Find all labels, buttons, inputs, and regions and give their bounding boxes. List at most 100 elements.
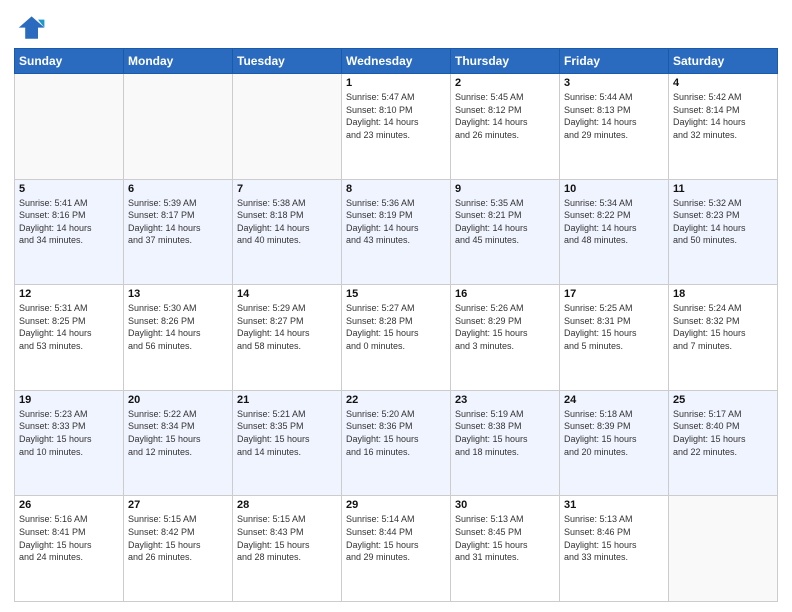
calendar-cell: 21 Sunrise: 5:21 AM Sunset: 8:35 PM Dayli…: [233, 390, 342, 496]
calendar-cell: 13 Sunrise: 5:30 AM Sunset: 8:26 PM Dayli…: [124, 285, 233, 391]
weekday-header-sunday: Sunday: [15, 49, 124, 74]
calendar-cell: 8 Sunrise: 5:36 AM Sunset: 8:19 PM Daylig…: [342, 179, 451, 285]
day-info: Sunrise: 5:29 AM Sunset: 8:27 PM Dayligh…: [237, 302, 337, 352]
calendar-cell: 27 Sunrise: 5:15 AM Sunset: 8:42 PM Dayli…: [124, 496, 233, 602]
day-number: 29: [346, 499, 446, 511]
calendar-cell: 18Sunrise: 5:24 AM Sunset: 8:32 PM Dayli…: [669, 285, 778, 391]
day-number: 12: [19, 288, 119, 300]
day-info: Sunrise: 5:21 AM Sunset: 8:35 PM Dayligh…: [237, 408, 337, 458]
day-info: Sunrise: 5:36 AM Sunset: 8:19 PM Dayligh…: [346, 197, 446, 247]
day-info: Sunrise: 5:25 AM Sunset: 8:31 PM Dayligh…: [564, 302, 664, 352]
day-number: 7: [237, 183, 337, 195]
day-info: Sunrise: 5:14 AM Sunset: 8:44 PM Dayligh…: [346, 513, 446, 563]
calendar-cell: [233, 74, 342, 180]
day-number: 30: [455, 499, 555, 511]
day-number: 13: [128, 288, 228, 300]
day-info: Sunrise: 5:26 AM Sunset: 8:29 PM Dayligh…: [455, 302, 555, 352]
day-info: Sunrise: 5:47 AM Sunset: 8:10 PM Dayligh…: [346, 91, 446, 141]
logo: [14, 10, 50, 42]
calendar-body: 1 Sunrise: 5:47 AM Sunset: 8:10 PM Daylig…: [15, 74, 778, 602]
day-number: 25: [673, 394, 773, 406]
day-number: 15: [346, 288, 446, 300]
calendar-cell: 29 Sunrise: 5:14 AM Sunset: 8:44 PM Dayli…: [342, 496, 451, 602]
calendar-week-4: 19 Sunrise: 5:23 AM Sunset: 8:33 PM Dayli…: [15, 390, 778, 496]
day-number: 21: [237, 394, 337, 406]
day-info: Sunrise: 5:23 AM Sunset: 8:33 PM Dayligh…: [19, 408, 119, 458]
day-info: Sunrise: 5:42 AM Sunset: 8:14 PM Dayligh…: [673, 91, 773, 141]
day-number: 10: [564, 183, 664, 195]
calendar-cell: 24Sunrise: 5:18 AM Sunset: 8:39 PM Dayli…: [560, 390, 669, 496]
calendar-cell: 26 Sunrise: 5:16 AM Sunset: 8:41 PM Dayli…: [15, 496, 124, 602]
weekday-header-thursday: Thursday: [451, 49, 560, 74]
day-number: 28: [237, 499, 337, 511]
day-info: Sunrise: 5:30 AM Sunset: 8:26 PM Dayligh…: [128, 302, 228, 352]
day-info: Sunrise: 5:20 AM Sunset: 8:36 PM Dayligh…: [346, 408, 446, 458]
day-info: Sunrise: 5:13 AM Sunset: 8:46 PM Dayligh…: [564, 513, 664, 563]
header: [14, 10, 778, 42]
calendar-week-1: 1 Sunrise: 5:47 AM Sunset: 8:10 PM Daylig…: [15, 74, 778, 180]
calendar-cell: 25 Sunrise: 5:17 AM Sunset: 8:40 PM Dayli…: [669, 390, 778, 496]
day-number: 26: [19, 499, 119, 511]
day-number: 6: [128, 183, 228, 195]
day-info: Sunrise: 5:16 AM Sunset: 8:41 PM Dayligh…: [19, 513, 119, 563]
calendar-week-3: 12 Sunrise: 5:31 AM Sunset: 8:25 PM Dayli…: [15, 285, 778, 391]
day-number: 19: [19, 394, 119, 406]
calendar-cell: 9Sunrise: 5:35 AM Sunset: 8:21 PM Daylig…: [451, 179, 560, 285]
day-number: 8: [346, 183, 446, 195]
day-info: Sunrise: 5:34 AM Sunset: 8:22 PM Dayligh…: [564, 197, 664, 247]
calendar-cell: 5 Sunrise: 5:41 AM Sunset: 8:16 PM Daylig…: [15, 179, 124, 285]
day-number: 4: [673, 77, 773, 89]
calendar-cell: 14 Sunrise: 5:29 AM Sunset: 8:27 PM Dayli…: [233, 285, 342, 391]
calendar-cell: 20 Sunrise: 5:22 AM Sunset: 8:34 PM Dayli…: [124, 390, 233, 496]
calendar-cell: 7 Sunrise: 5:38 AM Sunset: 8:18 PM Daylig…: [233, 179, 342, 285]
logo-icon: [14, 10, 46, 42]
day-number: 5: [19, 183, 119, 195]
calendar-cell: 16 Sunrise: 5:26 AM Sunset: 8:29 PM Dayli…: [451, 285, 560, 391]
calendar-cell: 22 Sunrise: 5:20 AM Sunset: 8:36 PM Dayli…: [342, 390, 451, 496]
weekday-header-saturday: Saturday: [669, 49, 778, 74]
weekday-header-row: SundayMondayTuesdayWednesdayThursdayFrid…: [15, 49, 778, 74]
calendar-cell: 2Sunrise: 5:45 AM Sunset: 8:12 PM Daylig…: [451, 74, 560, 180]
day-number: 24: [564, 394, 664, 406]
calendar-cell: 31 Sunrise: 5:13 AM Sunset: 8:46 PM Dayli…: [560, 496, 669, 602]
day-number: 16: [455, 288, 555, 300]
day-info: Sunrise: 5:31 AM Sunset: 8:25 PM Dayligh…: [19, 302, 119, 352]
day-number: 20: [128, 394, 228, 406]
calendar-cell: 6 Sunrise: 5:39 AM Sunset: 8:17 PM Daylig…: [124, 179, 233, 285]
day-number: 1: [346, 77, 446, 89]
calendar-cell: [124, 74, 233, 180]
calendar-week-5: 26 Sunrise: 5:16 AM Sunset: 8:41 PM Dayli…: [15, 496, 778, 602]
calendar-cell: 3Sunrise: 5:44 AM Sunset: 8:13 PM Daylig…: [560, 74, 669, 180]
weekday-header-wednesday: Wednesday: [342, 49, 451, 74]
calendar-cell: 23Sunrise: 5:19 AM Sunset: 8:38 PM Dayli…: [451, 390, 560, 496]
calendar-cell: 28 Sunrise: 5:15 AM Sunset: 8:43 PM Dayli…: [233, 496, 342, 602]
weekday-header-tuesday: Tuesday: [233, 49, 342, 74]
calendar-table: SundayMondayTuesdayWednesdayThursdayFrid…: [14, 48, 778, 602]
weekday-header-monday: Monday: [124, 49, 233, 74]
calendar-cell: 12 Sunrise: 5:31 AM Sunset: 8:25 PM Dayli…: [15, 285, 124, 391]
day-info: Sunrise: 5:24 AM Sunset: 8:32 PM Dayligh…: [673, 302, 773, 352]
day-info: Sunrise: 5:15 AM Sunset: 8:43 PM Dayligh…: [237, 513, 337, 563]
day-info: Sunrise: 5:17 AM Sunset: 8:40 PM Dayligh…: [673, 408, 773, 458]
calendar-cell: 1 Sunrise: 5:47 AM Sunset: 8:10 PM Daylig…: [342, 74, 451, 180]
calendar-cell: 17 Sunrise: 5:25 AM Sunset: 8:31 PM Dayli…: [560, 285, 669, 391]
day-info: Sunrise: 5:44 AM Sunset: 8:13 PM Dayligh…: [564, 91, 664, 141]
day-number: 22: [346, 394, 446, 406]
day-info: Sunrise: 5:15 AM Sunset: 8:42 PM Dayligh…: [128, 513, 228, 563]
day-number: 17: [564, 288, 664, 300]
calendar-week-2: 5 Sunrise: 5:41 AM Sunset: 8:16 PM Daylig…: [15, 179, 778, 285]
day-info: Sunrise: 5:41 AM Sunset: 8:16 PM Dayligh…: [19, 197, 119, 247]
day-number: 11: [673, 183, 773, 195]
day-info: Sunrise: 5:38 AM Sunset: 8:18 PM Dayligh…: [237, 197, 337, 247]
day-number: 27: [128, 499, 228, 511]
day-number: 14: [237, 288, 337, 300]
day-info: Sunrise: 5:22 AM Sunset: 8:34 PM Dayligh…: [128, 408, 228, 458]
day-info: Sunrise: 5:27 AM Sunset: 8:28 PM Dayligh…: [346, 302, 446, 352]
day-info: Sunrise: 5:35 AM Sunset: 8:21 PM Dayligh…: [455, 197, 555, 247]
day-number: 31: [564, 499, 664, 511]
day-info: Sunrise: 5:39 AM Sunset: 8:17 PM Dayligh…: [128, 197, 228, 247]
weekday-header-friday: Friday: [560, 49, 669, 74]
calendar-cell: 11Sunrise: 5:32 AM Sunset: 8:23 PM Dayli…: [669, 179, 778, 285]
calendar-cell: 10 Sunrise: 5:34 AM Sunset: 8:22 PM Dayli…: [560, 179, 669, 285]
calendar-cell: 19 Sunrise: 5:23 AM Sunset: 8:33 PM Dayli…: [15, 390, 124, 496]
